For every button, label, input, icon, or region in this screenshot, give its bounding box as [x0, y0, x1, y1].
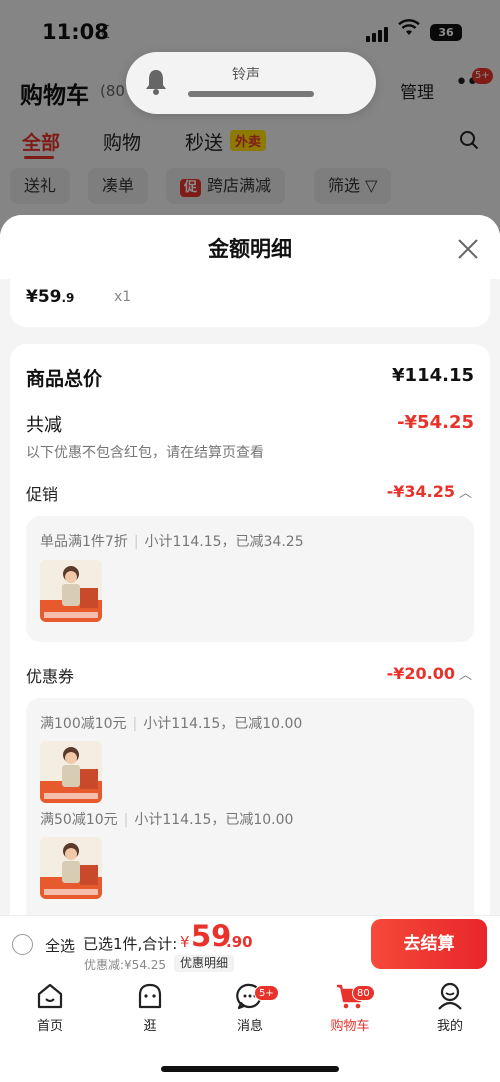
chevron-up-icon: ︿	[458, 486, 472, 501]
goods-total-value: ¥114.15	[392, 365, 474, 386]
sheet-title: 金额明细	[208, 237, 292, 261]
cart-badge: 80	[352, 985, 375, 1001]
sheet-header: 金额明细	[0, 215, 500, 279]
coupon-rule-line: 满50减10元 | 小计114.15，已减10.00	[40, 812, 294, 828]
tab-home-label: 首页	[36, 1019, 63, 1034]
promotion-rule-line: 单品满1件7折 | 小计114.15，已减34.25	[40, 534, 304, 550]
amount-detail-sheet: 金额明细 ¥59.9 x1 商品总价 ¥114.15 共减 -¥54.25 以下…	[0, 215, 500, 915]
goods-total-label: 商品总价	[26, 368, 103, 390]
select-all-label[interactable]: 全选	[45, 935, 75, 956]
tab-explore-label: 逛	[143, 1019, 157, 1034]
volume-bar	[188, 91, 314, 97]
product-thumbnail	[40, 741, 102, 803]
tab-profile[interactable]: 我的	[410, 981, 490, 1034]
promotion-value[interactable]: -¥34.25 ︿	[387, 482, 472, 501]
promotion-label: 促销	[26, 485, 59, 504]
promotion-detail-box: 单品满1件7折 | 小计114.15，已减34.25	[26, 516, 474, 642]
coupon-rule-line: 满100减10元 | 小计114.15，已减10.00	[40, 716, 303, 732]
discount-summary: 优惠减:¥54.25	[84, 958, 167, 972]
coupon-value[interactable]: -¥20.00 ︿	[387, 664, 472, 683]
tab-cart-label: 购物车	[330, 1019, 370, 1034]
coupon-label: 优惠券	[26, 667, 75, 686]
selected-summary: 已选1件,合计:	[83, 935, 178, 953]
product-thumbnail	[40, 837, 102, 899]
home-indicator	[161, 1066, 339, 1072]
tab-messages-label: 消息	[236, 1019, 263, 1034]
discount-detail-button[interactable]: 优惠明细	[174, 955, 235, 972]
checkout-bar: 全选 已选1件,合计: ¥ 59 .90 优惠减:¥54.25 优惠明细 去结算	[0, 915, 500, 973]
ringer-notification: 铃声	[126, 52, 376, 114]
product-thumbnail	[40, 560, 102, 622]
item-quantity: x1	[114, 289, 132, 305]
total-currency: ¥	[180, 933, 190, 951]
coupon-detail-box: 满100减10元 | 小计114.15，已减10.00 满50减10元 | 小计114.…	[26, 698, 474, 915]
bottom-tab-bar: 首页 逛 消息 5+ 购物车 80 我的	[0, 973, 500, 1082]
checkout-button[interactable]: 去结算	[371, 919, 487, 969]
total-amount-decimal: .90	[226, 933, 253, 951]
item-summary-card: ¥59.9 x1	[10, 277, 490, 327]
tab-explore[interactable]: 逛	[110, 981, 190, 1034]
home-icon	[37, 983, 63, 1009]
tab-messages[interactable]: 消息 5+	[210, 981, 290, 1034]
explore-icon	[138, 983, 162, 1009]
item-price: ¥59.9	[26, 287, 75, 307]
discount-note: 以下优惠不包含红包，请在结算页查看	[26, 445, 264, 461]
amount-breakdown-card: 商品总价 ¥114.15 共减 -¥54.25 以下优惠不包含红包，请在结算页查…	[10, 344, 490, 915]
tab-home[interactable]: 首页	[10, 981, 90, 1034]
close-icon[interactable]	[456, 237, 480, 261]
tab-cart[interactable]: 购物车 80	[310, 981, 390, 1034]
total-reduce-value: -¥54.25	[397, 412, 474, 433]
chevron-up-icon: ︿	[458, 668, 472, 683]
total-reduce-label: 共减	[26, 415, 62, 436]
messages-badge: 5+	[254, 985, 279, 1001]
tab-profile-label: 我的	[436, 1019, 463, 1034]
profile-icon	[438, 982, 462, 1010]
ringer-label: 铃声	[232, 67, 260, 83]
bell-icon	[146, 70, 166, 95]
select-all-checkbox[interactable]	[12, 934, 33, 955]
